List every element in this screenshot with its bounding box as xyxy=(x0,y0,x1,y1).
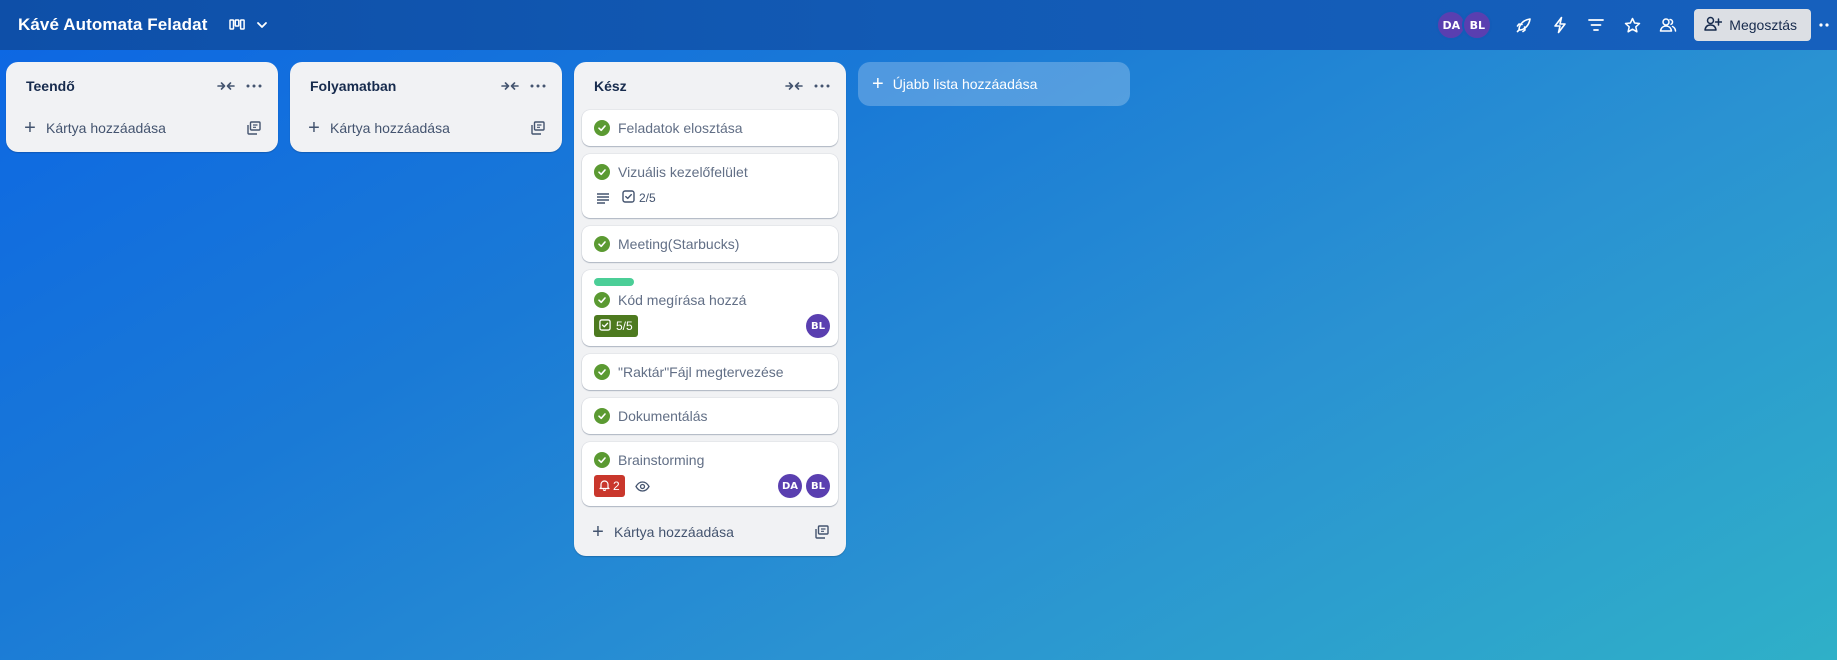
plus-icon: + xyxy=(308,117,320,139)
card-title: Feladatok elosztása xyxy=(618,120,743,136)
card-title: Brainstorming xyxy=(618,452,705,468)
list-folyamatban: Folyamatban + Kártya hozzáadása xyxy=(290,62,562,152)
add-card-row: + Kártya hozzáadása xyxy=(574,514,846,550)
more-menu-icon[interactable] xyxy=(1811,7,1837,43)
avatar[interactable]: DA xyxy=(778,474,802,498)
list-menu-icon[interactable] xyxy=(808,72,836,100)
card-title: Vizuális kezelőfelület xyxy=(618,164,748,180)
complete-check-icon[interactable] xyxy=(594,236,610,252)
card[interactable]: Brainstorming 2 DA BL xyxy=(582,442,838,506)
card-title-row: Vizuális kezelőfelület xyxy=(594,162,826,182)
card[interactable]: "Raktár"Fájl megtervezése xyxy=(582,354,838,390)
card-badges: 2/5 xyxy=(594,186,826,210)
checklist-count: 5/5 xyxy=(616,319,633,333)
add-card-row: + Kártya hozzáadása xyxy=(290,110,562,146)
card[interactable]: Feladatok elosztása xyxy=(582,110,838,146)
add-card-button[interactable]: + Kártya hozzáadása xyxy=(22,118,240,138)
complete-check-icon[interactable] xyxy=(594,120,610,136)
add-user-icon xyxy=(1704,16,1723,35)
filter-icon[interactable] xyxy=(1578,7,1614,43)
card-title: Kód megírása hozzá xyxy=(618,292,747,308)
complete-check-icon[interactable] xyxy=(594,164,610,180)
board-members[interactable]: DA BL xyxy=(1436,10,1493,40)
list-title[interactable]: Teendő xyxy=(26,78,212,94)
add-card-button[interactable]: + Kártya hozzáadása xyxy=(306,118,524,138)
checklist-complete-badge: 5/5 xyxy=(594,315,638,337)
notification-count: 2 xyxy=(613,479,620,493)
collapse-list-icon[interactable] xyxy=(212,72,240,100)
card-title: Dokumentálás xyxy=(618,408,708,424)
header-actions: DA BL Megosztás xyxy=(1436,0,1837,50)
complete-check-icon[interactable] xyxy=(594,408,610,424)
list-menu-icon[interactable] xyxy=(524,72,552,100)
add-card-button[interactable]: + Kártya hozzáadása xyxy=(590,522,808,542)
checklist-icon xyxy=(622,190,635,206)
add-card-label: Kártya hozzáadása xyxy=(330,120,450,136)
avatar[interactable]: BL xyxy=(806,314,830,338)
card[interactable]: Meeting(Starbucks) xyxy=(582,226,838,262)
card[interactable]: Kód megírása hozzá 5/5 BL xyxy=(582,270,838,346)
board-view-icon xyxy=(229,18,246,32)
card-title-row: Meeting(Starbucks) xyxy=(594,234,826,254)
share-label: Megosztás xyxy=(1729,17,1797,33)
add-card-label: Kártya hozzáadása xyxy=(46,120,166,136)
star-icon[interactable] xyxy=(1614,7,1650,43)
card-title-row: Dokumentálás xyxy=(594,406,826,426)
list-header: Teendő xyxy=(6,62,278,110)
avatar[interactable]: BL xyxy=(806,474,830,498)
complete-check-icon[interactable] xyxy=(594,452,610,468)
card-title-row: "Raktár"Fájl megtervezése xyxy=(594,362,826,382)
card-badges: 5/5 xyxy=(594,314,826,338)
collapse-list-icon[interactable] xyxy=(496,72,524,100)
card[interactable]: Vizuális kezelőfelület 2/5 xyxy=(582,154,838,218)
list-title[interactable]: Folyamatban xyxy=(310,78,496,94)
checklist-count: 2/5 xyxy=(639,191,656,205)
visibility-icon[interactable] xyxy=(1650,7,1686,43)
watch-eye-icon xyxy=(633,480,652,492)
plus-icon: + xyxy=(592,521,604,543)
list-teendo: Teendő + Kártya hozzáadása xyxy=(6,62,278,152)
automation-icon[interactable] xyxy=(1542,7,1578,43)
card-template-icon[interactable] xyxy=(808,518,836,546)
card-title-row: Kód megírása hozzá xyxy=(594,290,826,310)
board-header: Kávé Automata Feladat DA BL Megosztás xyxy=(0,0,1837,50)
share-button[interactable]: Megosztás xyxy=(1694,9,1811,41)
add-list-button[interactable]: + Újabb lista hozzáadása xyxy=(858,62,1130,106)
chevron-down-icon xyxy=(255,18,269,32)
card-template-icon[interactable] xyxy=(240,114,268,142)
avatar[interactable]: BL xyxy=(1462,10,1493,40)
list-kesz: Kész Feladatok elosztása Vizuális kezelő… xyxy=(574,62,846,556)
card-title: Meeting(Starbucks) xyxy=(618,236,740,252)
bell-icon xyxy=(599,479,610,494)
add-card-row: + Kártya hozzáadása xyxy=(6,110,278,146)
add-card-label: Kártya hozzáadása xyxy=(614,524,734,540)
plus-icon: + xyxy=(872,73,884,95)
view-switcher[interactable] xyxy=(229,18,269,32)
board-title[interactable]: Kávé Automata Feladat xyxy=(18,15,207,35)
card-members: DA BL xyxy=(778,474,830,498)
complete-check-icon[interactable] xyxy=(594,292,610,308)
description-icon xyxy=(594,192,612,204)
checklist-badge: 2/5 xyxy=(620,190,658,206)
card[interactable]: Dokumentálás xyxy=(582,398,838,434)
list-menu-icon[interactable] xyxy=(240,72,268,100)
card-title-row: Feladatok elosztása xyxy=(594,118,826,138)
add-list-label: Újabb lista hozzáadása xyxy=(892,76,1038,92)
complete-check-icon[interactable] xyxy=(594,364,610,380)
list-title[interactable]: Kész xyxy=(594,78,780,94)
card-title-row: Brainstorming xyxy=(594,450,826,470)
checklist-icon xyxy=(599,318,611,334)
card-members: BL xyxy=(806,314,830,338)
list-header: Folyamatban xyxy=(290,62,562,110)
collapse-list-icon[interactable] xyxy=(780,72,808,100)
plus-icon: + xyxy=(24,117,36,139)
power-ups-icon[interactable] xyxy=(1506,7,1542,43)
card-list: Feladatok elosztása Vizuális kezelőfelül… xyxy=(574,110,846,506)
card-label-green[interactable] xyxy=(594,278,634,286)
card-title: "Raktár"Fájl megtervezése xyxy=(618,364,784,380)
list-header: Kész xyxy=(574,62,846,110)
notification-badge: 2 xyxy=(594,475,625,497)
card-template-icon[interactable] xyxy=(524,114,552,142)
